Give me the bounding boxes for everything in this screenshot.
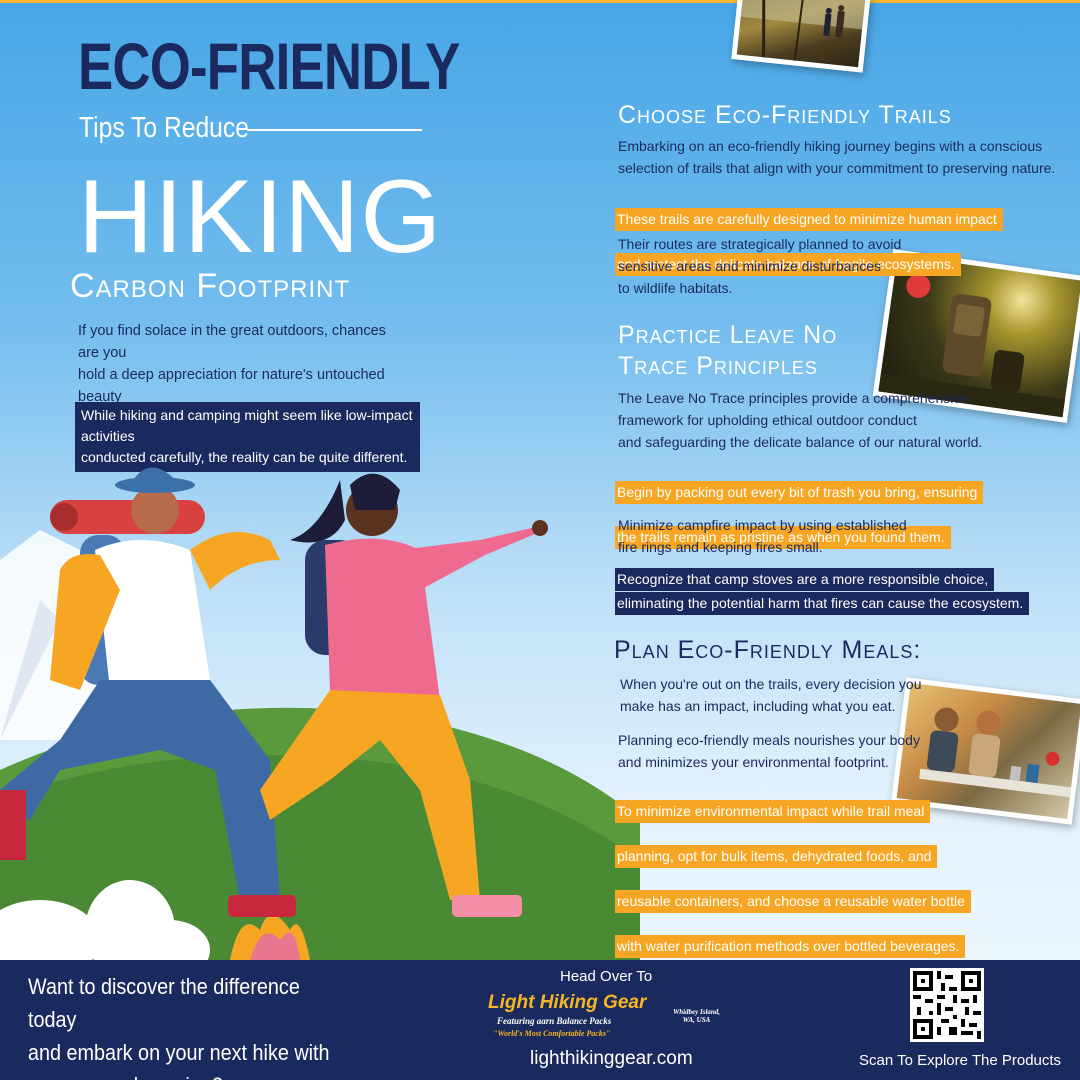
section-lnt-heading-2: Trace Principles	[618, 352, 818, 380]
head-over-label: Head Over To	[560, 968, 653, 985]
trails-highlight-line-1: These trails are carefully designed to m…	[615, 208, 1003, 231]
carbon-footprint-headline: Carbon Footprint	[70, 267, 351, 305]
lnt-stoves-highlight: Recognize that camp stoves are a more re…	[615, 568, 1030, 616]
footer-banner: Want to discover the difference today an…	[0, 960, 1080, 1080]
meals-highlight-line-3: reusable containers, and choose a reusab…	[615, 890, 971, 913]
scan-caption: Scan To Explore The Products	[859, 1052, 1062, 1069]
meals-highlight-line-2: planning, opt for bulk items, dehydrated…	[615, 845, 938, 868]
lnt-campfire: Minimize campfire impact by using establ…	[618, 517, 907, 555]
footer-cta-text: Want to discover the difference today an…	[28, 974, 330, 1080]
meals-highlight: To minimize environmental impact while t…	[615, 779, 971, 959]
section-trails-heading: Choose Eco-Friendly Trails	[618, 101, 952, 129]
lnt-stoves-line-2: eliminating the potential harm that fire…	[615, 592, 1030, 615]
meals-planning: Planning eco-friendly meals nourishes yo…	[618, 732, 920, 770]
logo-tagline: "World's Most Comfortable Packs"	[493, 1029, 611, 1038]
trails-intro: Embarking on an eco-friendly hiking jour…	[618, 138, 1056, 176]
meals-highlight-line-4: with water purification methods over bot…	[615, 935, 966, 958]
qr-code[interactable]	[910, 968, 984, 1042]
lnt-intro: The Leave No Trace principles provide a …	[618, 390, 983, 450]
section-lnt-heading-1: Practice Leave No	[618, 321, 838, 349]
logo-main-text: Light Hiking Gear	[488, 992, 647, 1013]
tips-subtitle: Tips To Reduce	[79, 112, 249, 144]
logo-location: Whidbey Island, WA, USA	[673, 1008, 721, 1024]
light-hiking-gear-logo[interactable]: Light Hiking Gear Featuring aarn Balance…	[485, 992, 730, 1044]
tips-row: Tips To Reduce	[79, 112, 439, 152]
top-accent-line	[0, 0, 1080, 3]
hiking-headline: HIKING	[78, 159, 443, 275]
meals-highlight-line-1: To minimize environmental impact while t…	[615, 800, 931, 823]
hikers-illustration	[0, 467, 640, 960]
infographic-page: ECO-FRIENDLY Tips To Reduce HIKING Carbo…	[0, 0, 1080, 1080]
section-meals-heading: Plan Eco-Friendly Meals:	[614, 636, 922, 664]
trails-routes: Their routes are strategically planned t…	[618, 236, 902, 296]
tips-divider	[247, 129, 422, 131]
logo-sub-text: Featuring aarn Balance Packs	[497, 1016, 612, 1026]
eco-friendly-title: ECO-FRIENDLY	[78, 29, 460, 103]
lnt-stoves-line-1: Recognize that camp stoves are a more re…	[615, 568, 995, 591]
lnt-highlight-line-1: Begin by packing out every bit of trash …	[615, 481, 984, 504]
website-link[interactable]: lighthikinggear.com	[530, 1048, 693, 1070]
meals-intro: When you're out on the trails, every dec…	[620, 676, 922, 714]
hikers-forest-photo	[731, 0, 871, 73]
